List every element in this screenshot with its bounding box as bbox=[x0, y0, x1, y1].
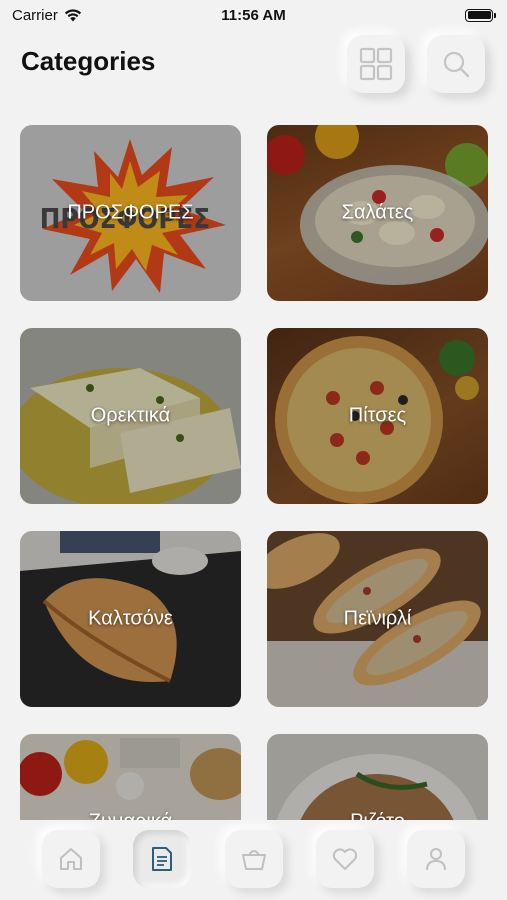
category-label-peinirli: Πεϊνιρλί bbox=[343, 607, 412, 630]
category-label-risotto: Ριζότο bbox=[267, 811, 488, 821]
tab-favorites[interactable] bbox=[316, 830, 374, 888]
category-card-risotto[interactable]: Ριζότο bbox=[267, 734, 488, 820]
carrier-label: Carrier bbox=[12, 6, 58, 24]
tab-categories[interactable] bbox=[133, 830, 191, 888]
status-bar: Carrier 11:56 AM bbox=[0, 0, 507, 30]
category-card-offers[interactable]: ΠΡΟΣΦΟΡΕΣ ΠΡΟΣΦΟΡΕΣ bbox=[20, 125, 241, 301]
card-overlay bbox=[20, 734, 241, 820]
grid-view-button[interactable] bbox=[347, 35, 405, 93]
search-icon bbox=[443, 51, 470, 78]
category-label-appetizers: Ορεκτικά bbox=[90, 404, 171, 427]
document-icon bbox=[152, 847, 172, 871]
search-button[interactable] bbox=[427, 35, 485, 93]
category-card-calzone[interactable]: Καλτσόνε bbox=[20, 531, 241, 707]
battery-fill bbox=[467, 11, 491, 19]
category-label-offers: ΠΡΟΣΦΟΡΕΣ bbox=[67, 201, 194, 224]
category-card-salads[interactable]: Σαλάτες bbox=[267, 125, 488, 301]
page-title: Categories bbox=[21, 46, 156, 76]
category-label-pizzas: Πίτσες bbox=[348, 404, 407, 427]
tab-home[interactable] bbox=[42, 830, 100, 888]
category-card-pizzas[interactable]: Πίτσες bbox=[267, 328, 488, 504]
status-left: Carrier bbox=[12, 7, 82, 24]
card-overlay bbox=[267, 734, 488, 820]
category-label-pasta: Ζυμαρικά bbox=[20, 811, 241, 821]
tab-profile[interactable] bbox=[407, 830, 465, 888]
battery-icon bbox=[465, 8, 496, 22]
tab-basket[interactable] bbox=[225, 830, 283, 888]
basket-icon bbox=[242, 850, 266, 870]
category-card-pasta[interactable]: Ζυμαρικά bbox=[20, 734, 241, 820]
category-card-peinirli[interactable]: Πεϊνιρλί bbox=[267, 531, 488, 707]
wifi-icon bbox=[64, 8, 81, 21]
category-label-salads: Σαλάτες bbox=[341, 201, 414, 224]
home-icon bbox=[60, 848, 82, 870]
category-card-appetizers[interactable]: Ορεκτικά bbox=[20, 328, 241, 504]
header: Categories bbox=[0, 30, 507, 96]
profile-icon bbox=[426, 848, 446, 871]
categories-screen: Carrier 11:56 AM Categories ΠΡΟΣΦΟΡΕΣ ΠΡ… bbox=[0, 0, 507, 900]
category-label-calzone: Καλτσόνε bbox=[88, 607, 173, 630]
tab-bar bbox=[0, 820, 507, 900]
heart-icon bbox=[332, 848, 358, 870]
grid-icon bbox=[359, 47, 393, 81]
category-grid: ΠΡΟΣΦΟΡΕΣ ΠΡΟΣΦΟΡΕΣ Σαλάτες Ορεκτικά Πίτ… bbox=[20, 125, 488, 820]
